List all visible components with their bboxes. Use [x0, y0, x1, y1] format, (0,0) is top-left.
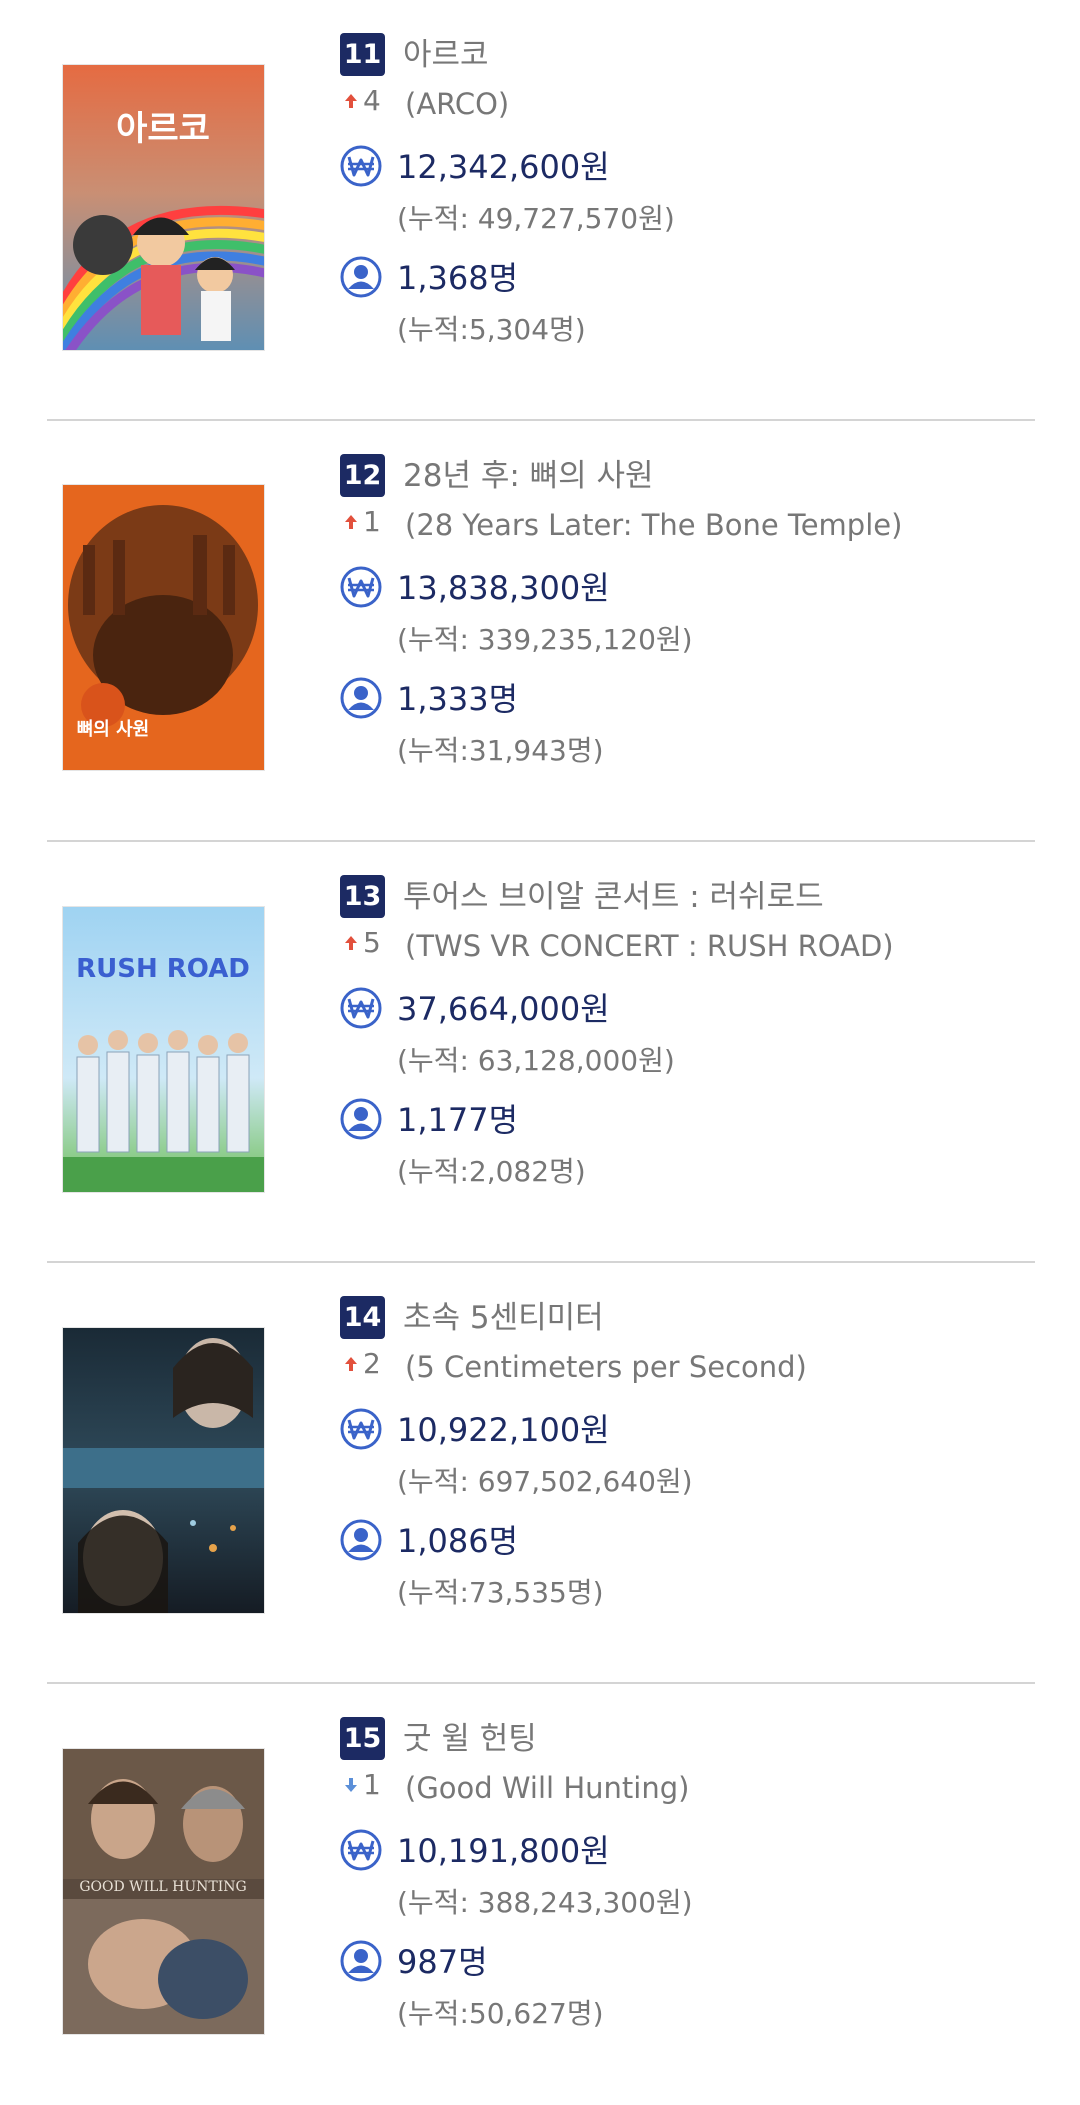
audience-cumulative: (누적:31,943명) — [397, 734, 604, 767]
movie-title[interactable]: 굿 윌 헌팅 — [403, 1718, 537, 1760]
sales-value: 37,664,000원 — [397, 990, 610, 1028]
movie-poster[interactable]: RUSH ROAD — [63, 907, 264, 1192]
sales-value: 10,191,800원 — [397, 1832, 610, 1870]
poster-title: GOOD WILL HUNTING — [79, 1879, 246, 1895]
audience-cumulative: (누적:50,627명) — [397, 1997, 604, 2030]
audience-cumulative: (누적:5,304명) — [397, 313, 586, 346]
arrow-up-icon — [345, 1357, 357, 1371]
user-icon — [340, 1519, 382, 1561]
movie-title[interactable]: 투어스 브이알 콘서트 : 러쉬로드 — [403, 876, 824, 918]
won-icon — [340, 1408, 382, 1450]
original-title: (ARCO) — [405, 87, 510, 121]
won-icon — [340, 145, 382, 187]
won-icon — [340, 1829, 382, 1871]
poster-title: 아르코 — [116, 109, 210, 149]
movie-poster[interactable]: 아르코 — [63, 65, 264, 350]
original-title: (5 Centimeters per Second) — [405, 1350, 807, 1384]
sales-cumulative: (누적: 63,128,000원) — [397, 1044, 675, 1077]
rank-badge: 15 — [340, 1717, 385, 1760]
audience-cumulative: (누적:2,082명) — [397, 1155, 586, 1188]
original-title: (TWS VR CONCERT : RUSH ROAD) — [405, 929, 894, 963]
movie-item[interactable]: 14 초속 5센티미터 2 (5 Centimeters per Second)… — [0, 1263, 1080, 1684]
movie-item[interactable]: GOOD WILL HUNTING 15 굿 윌 헌팅 1 (Good Will… — [0, 1684, 1080, 2105]
movie-item[interactable]: 뼈의 사원 12 28년 후: 뼈의 사원 1 (28 Years Later:… — [0, 421, 1080, 842]
sales-cumulative: (누적: 697,502,640원) — [397, 1465, 693, 1498]
rank-change: 5 — [363, 926, 381, 959]
movie-item[interactable]: 아르코 11 아르코 4 (ARCO) 12,342,600원 (누적: 49, — [0, 0, 1080, 421]
rank-change: 1 — [363, 1768, 381, 1801]
user-icon — [340, 256, 382, 298]
movie-item[interactable]: RUSH ROAD 13 투어스 브이알 콘서트: 러쉬로드 5 (TWS V… — [0, 842, 1080, 1263]
rank-change: 2 — [363, 1347, 381, 1380]
user-icon — [340, 1940, 382, 1982]
poster-title: RUSH ROAD — [76, 954, 250, 984]
rank-change: 4 — [363, 84, 381, 117]
won-icon — [340, 566, 382, 608]
arrow-down-icon — [345, 1778, 357, 1792]
rank-badge: 11 — [340, 33, 385, 76]
user-icon — [340, 1098, 382, 1140]
audience-value: 1,333명 — [397, 680, 519, 718]
rank-badge: 13 — [340, 875, 385, 918]
movie-poster[interactable] — [63, 1328, 264, 1613]
movie-title[interactable]: 초속 5센티미터 — [403, 1297, 604, 1339]
arrow-up-icon — [345, 94, 357, 108]
arrow-up-icon — [345, 515, 357, 529]
user-icon — [340, 677, 382, 719]
box-office-list: 아르코 11 아르코 4 (ARCO) 12,342,600원 (누적: 49, — [0, 0, 1080, 2105]
audience-value: 987명 — [397, 1943, 488, 1981]
movie-title[interactable]: 28년 후: 뼈의 사원 — [403, 455, 654, 497]
sales-value: 10,922,100원 — [397, 1411, 610, 1449]
sales-cumulative: (누적: 388,243,300원) — [397, 1886, 693, 1919]
audience-value: 1,086명 — [397, 1522, 519, 1560]
won-icon — [340, 987, 382, 1029]
arrow-up-icon — [345, 936, 357, 950]
rank-badge: 14 — [340, 1296, 385, 1339]
original-title: (28 Years Later: The Bone Temple) — [405, 508, 903, 542]
sales-value: 12,342,600원 — [397, 148, 610, 186]
movie-poster[interactable]: GOOD WILL HUNTING — [63, 1749, 264, 2034]
movie-poster[interactable]: 뼈의 사원 — [63, 485, 264, 770]
sales-value: 13,838,300원 — [397, 569, 610, 607]
poster-title: 뼈의 사원 — [77, 719, 150, 740]
rank-change: 1 — [363, 505, 381, 538]
original-title: (Good Will Hunting) — [405, 1771, 690, 1805]
audience-value: 1,368명 — [397, 259, 519, 297]
audience-value: 1,177명 — [397, 1101, 519, 1139]
rank-badge: 12 — [340, 454, 385, 497]
audience-cumulative: (누적:73,535명) — [397, 1576, 604, 1609]
sales-cumulative: (누적: 49,727,570원) — [397, 202, 675, 235]
movie-title[interactable]: 아르코 — [403, 34, 489, 76]
sales-cumulative: (누적: 339,235,120원) — [397, 623, 693, 656]
